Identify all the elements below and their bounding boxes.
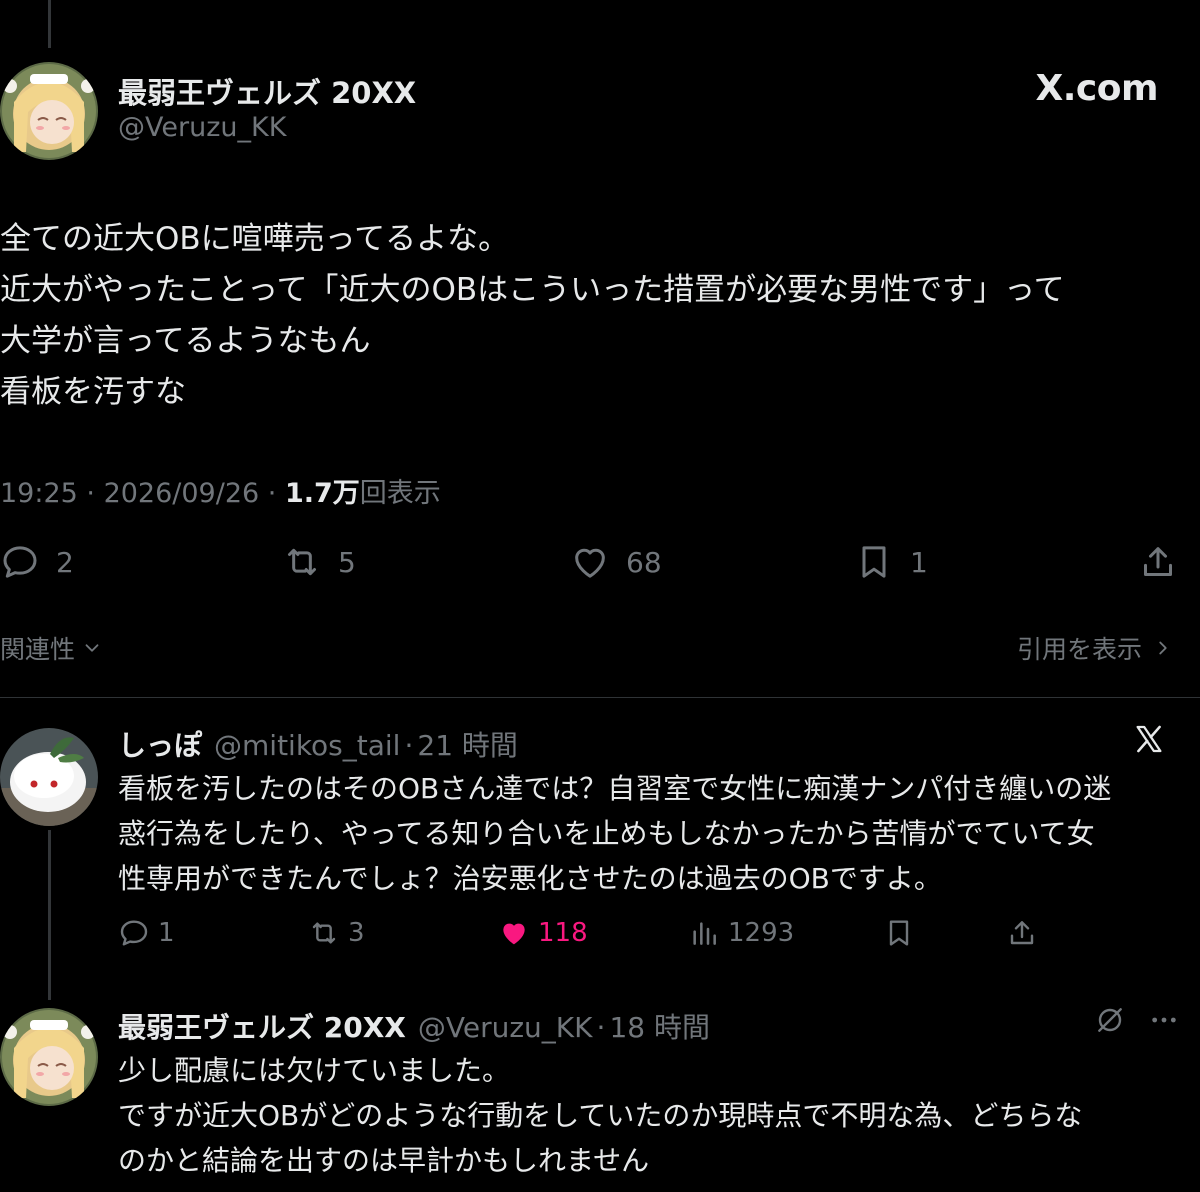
repost-icon (312, 922, 336, 944)
tweet-meta: 19:25 · 2026/09/26 · 1.7万 回表示 (0, 471, 441, 510)
reply-author-name[interactable]: しっぽ (118, 724, 202, 764)
repost-count: 3 (348, 918, 365, 948)
thread-connector-line (48, 830, 51, 1000)
x-logo-icon (1132, 722, 1166, 756)
tweet-action-bar: 2 5 68 1 (0, 536, 1200, 588)
bookmark-button[interactable] (883, 910, 915, 956)
avatar[interactable] (0, 62, 98, 160)
like-button[interactable]: 68 (570, 536, 662, 588)
chevron-down-icon (85, 644, 99, 652)
section-divider (0, 697, 1200, 698)
reply-header: しっぽ @mitikos_tail · 21 時間 (118, 724, 518, 764)
bookmark-icon (889, 920, 909, 946)
repost-button[interactable]: 3 (308, 910, 365, 956)
repost-icon (288, 548, 316, 576)
share-icon (1144, 547, 1172, 576)
view-quotes-label: 引用を表示 (1016, 635, 1142, 664)
meta-separator: · (259, 478, 285, 509)
views-label: 回表示 (359, 478, 441, 509)
more-options-icon[interactable] (1148, 1004, 1180, 1036)
meta-separator: · (596, 1011, 606, 1044)
view-quotes-link[interactable]: 引用を表示 (1017, 630, 1174, 666)
sort-replies-dropdown[interactable]: 関連性 (0, 630, 103, 666)
share-button[interactable] (1006, 910, 1038, 956)
grok-icon[interactable] (1094, 1004, 1126, 1036)
reply-text-line: 看板を汚したのはそのOBさん達では？自習室で女性に痴漢ナンパ付き纏いの迷 (118, 772, 1112, 805)
analytics-icon (693, 922, 716, 945)
heart-icon (575, 548, 605, 578)
avatar[interactable] (0, 1008, 98, 1106)
reply-author-handle[interactable]: @Veruzu_KK (418, 1011, 593, 1044)
repost-count: 5 (338, 545, 356, 579)
bookmark-button[interactable]: 1 (854, 536, 928, 588)
views-count[interactable]: 1.7万 (285, 471, 360, 510)
heart-filled-icon (503, 923, 525, 945)
tweet-text-line: 看板を汚すな (0, 374, 186, 410)
thread-connector-line (48, 0, 51, 48)
reply-author-name[interactable]: 最弱王ヴェルズ 20XX (118, 1006, 406, 1046)
share-button[interactable] (1138, 536, 1178, 588)
reply-text-line: 少し配慮には欠けていました。 (118, 1054, 511, 1087)
sort-label: 関連性 (0, 635, 76, 664)
reply-author-handle[interactable]: @mitikos_tail (214, 729, 400, 762)
like-count: 118 (538, 918, 588, 948)
tweet-date[interactable]: 2026/09/26 (104, 478, 260, 509)
reply-button[interactable]: 1 (118, 910, 175, 956)
reply-text-line: のかと結論を出すのは早計かもしれません (118, 1144, 650, 1177)
bookmark-count: 1 (910, 545, 928, 579)
views-count: 1293 (728, 918, 795, 948)
tweet-text-line: 大学が言ってるようなもん (0, 323, 371, 359)
meta-separator: · (404, 729, 414, 762)
reply-icon (3, 546, 37, 578)
meta-separator: · (77, 478, 104, 509)
avatar[interactable] (0, 728, 98, 826)
reply-text: 看板を汚したのはそのOBさん達では？自習室で女性に痴漢ナンパ付き纏いの迷 惑行為… (118, 766, 1190, 901)
site-watermark: X.com (1035, 68, 1158, 109)
reply-count: 2 (56, 545, 74, 579)
chevron-right-icon (1159, 641, 1167, 655)
reply-time[interactable]: 21 時間 (417, 724, 518, 764)
reply-text: 少し配慮には欠けていました。 ですが近大OBがどのような行動をしていたのか現時点… (118, 1048, 1190, 1183)
share-icon (1010, 921, 1034, 945)
tweet-text-line: 近大がやったことって「近大のOBはこういった措置が必要な男性です」って (0, 272, 1065, 308)
reply-time[interactable]: 18 時間 (609, 1006, 710, 1046)
reply-header: 最弱王ヴェルズ 20XX @Veruzu_KK · 18 時間 (118, 1006, 710, 1046)
reply-text-line: ですが近大OBがどのような行動をしていたのか現時点で不明な為、どちらな (118, 1099, 1083, 1132)
author-display-name[interactable]: 最弱王ヴェルズ 20XX (118, 70, 416, 112)
like-button[interactable]: 118 (498, 910, 588, 956)
like-count: 68 (626, 545, 662, 579)
author-handle[interactable]: @Veruzu_KK (118, 112, 286, 143)
reply-action-bar: 1 3 118 1293 (118, 910, 1118, 956)
reply-count: 1 (158, 918, 175, 948)
reply-text-line: 性専用ができたんでしょ？治安悪化させたのは過去のOBですよ。 (118, 862, 942, 895)
repost-button[interactable]: 5 (282, 536, 356, 588)
reply-tools (1094, 1004, 1180, 1036)
tweet-text-line: 全ての近大OBに喧嘩売ってるよな。 (0, 221, 510, 257)
tweet-text: 全ての近大OBに喧嘩売ってるよな。 近大がやったことって「近大のOBはこういった… (0, 214, 1195, 418)
tweet-time[interactable]: 19:25 (0, 478, 78, 509)
reply-icon (120, 920, 148, 946)
views-button[interactable]: 1293 (688, 910, 794, 956)
bookmark-icon (862, 546, 886, 578)
reply-text-line: 惑行為をしたり、やってる知り合いを止めもしなかったから苦情がでていて女 (118, 817, 1095, 850)
reply-button[interactable]: 2 (0, 536, 74, 588)
